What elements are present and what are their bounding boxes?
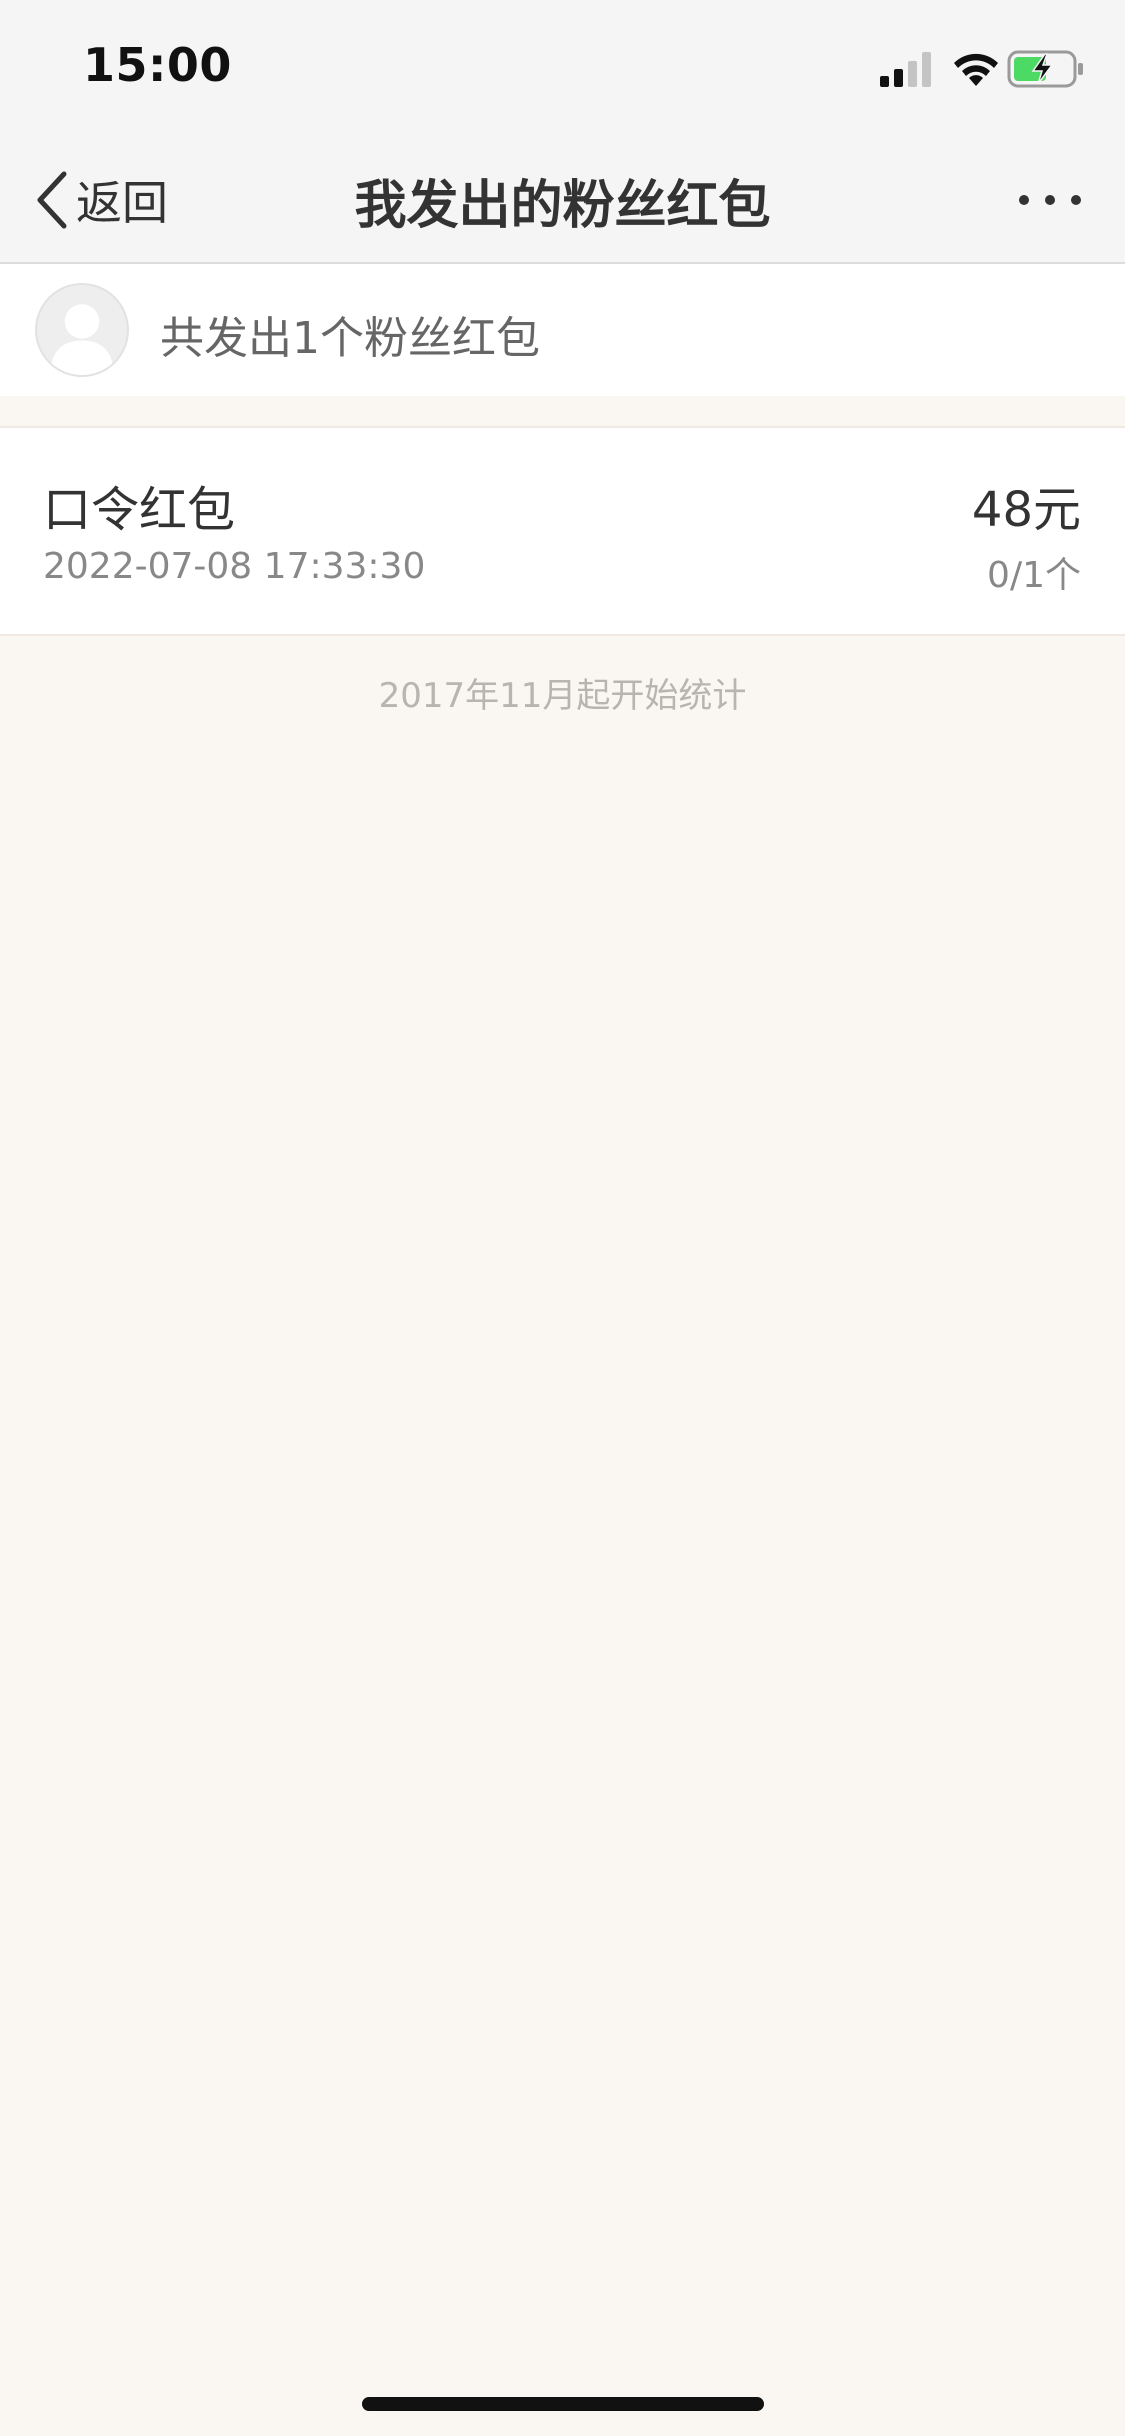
status-time: 15:00	[83, 38, 232, 92]
statistics-note: 2017年11月起开始统计	[378, 676, 747, 716]
default-avatar-icon	[50, 304, 114, 375]
red-packet-claimed-count: 0/1个	[987, 555, 1081, 596]
home-indicator[interactable]	[362, 2397, 764, 2411]
red-packet-amount: 48元	[971, 482, 1081, 538]
red-packet-time: 2022-07-08 17:33:30	[43, 546, 426, 587]
more-dots-icon[interactable]	[1010, 175, 1090, 225]
summary-header: 共发出1个粉丝红包	[0, 264, 1125, 396]
page-title: 我发出的粉丝红包	[354, 176, 771, 236]
status-bar: 15:00	[0, 0, 1125, 135]
battery-charging-icon	[1007, 50, 1083, 88]
summary-count-text: 共发出1个粉丝红包	[160, 313, 540, 364]
nav-bar: 返回 我发出的粉丝红包	[0, 135, 1125, 264]
red-packet-list: 口令红包 2022-07-08 17:33:30 48元 0/1个	[0, 426, 1125, 636]
red-packet-type: 口令红包	[43, 482, 236, 538]
wifi-icon	[954, 53, 998, 86]
signal-icon	[880, 52, 931, 87]
avatar[interactable]	[35, 283, 129, 377]
